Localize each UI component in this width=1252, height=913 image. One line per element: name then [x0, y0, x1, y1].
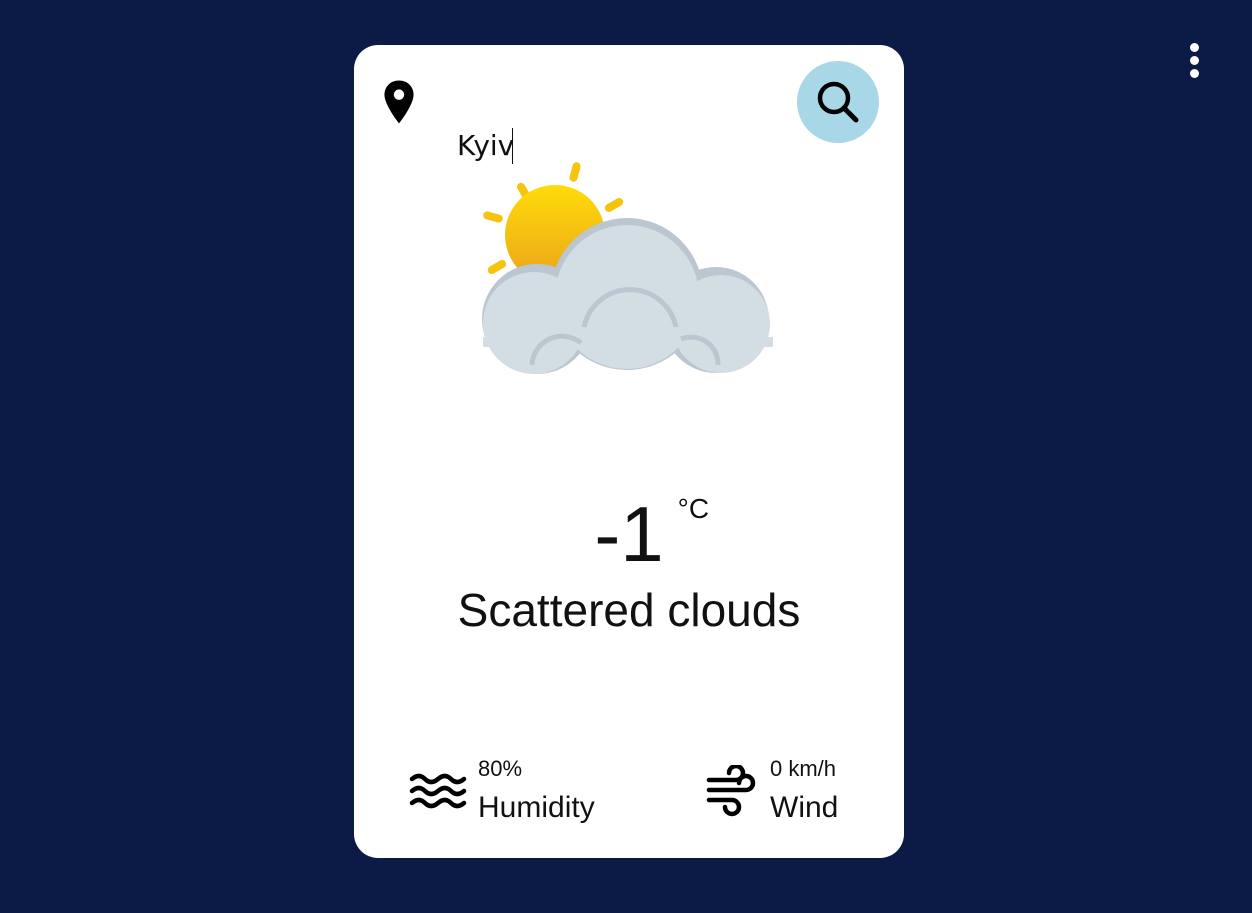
humidity-label: Humidity — [478, 791, 595, 824]
menu-dot — [1189, 42, 1199, 52]
humidity-value: 80% — [478, 756, 523, 781]
humidity-waves-icon — [409, 773, 467, 809]
wind-stat: 0 km/h Wind — [706, 755, 896, 835]
weather-card: -1°C Scattered clouds 80% Humidity 0 km/… — [354, 45, 904, 858]
search-icon — [817, 81, 859, 123]
wind-label: Wind — [770, 791, 839, 824]
menu-dot — [1189, 68, 1199, 78]
wind-value: 0 km/h — [770, 756, 837, 781]
temperature-value: -1 °C — [594, 490, 710, 578]
menu-dot — [1189, 55, 1199, 65]
humidity-stat: 80% Humidity — [409, 755, 609, 835]
temperature-display: -1 °C — [354, 490, 904, 578]
location-pin-icon — [384, 80, 414, 124]
sun-behind-cloud-icon — [482, 162, 773, 374]
more-options-icon[interactable] — [1180, 40, 1208, 80]
search-button[interactable] — [797, 61, 879, 143]
wind-icon — [706, 765, 756, 817]
weather-description: Scattered clouds — [457, 584, 801, 636]
temperature-unit: °C — [677, 493, 710, 524]
